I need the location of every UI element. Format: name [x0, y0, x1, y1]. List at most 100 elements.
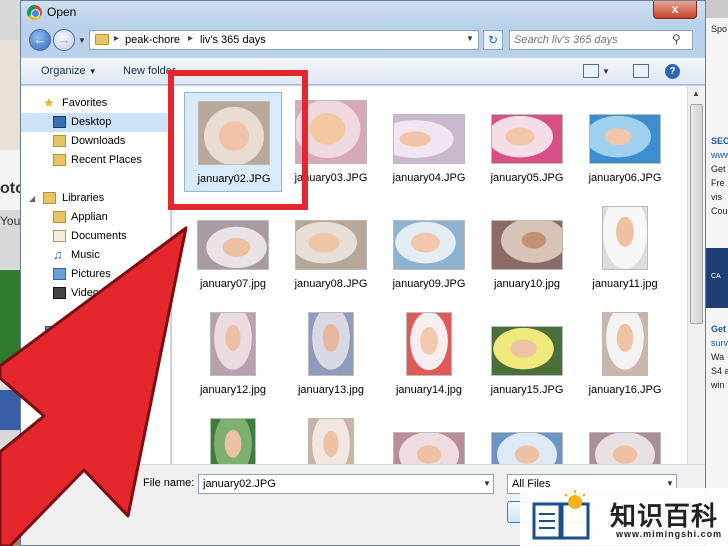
search-input[interactable]: [514, 33, 669, 47]
background-right-text: Spo: [711, 24, 728, 34]
file-name: january12.jpg: [199, 384, 267, 396]
organize-button[interactable]: Organize ▼: [41, 65, 97, 77]
photo-thumbnail: [393, 114, 465, 164]
file-tile[interactable]: january14.jpg: [380, 304, 478, 404]
network-icon[interactable]: [45, 386, 59, 397]
address-row: ← → ▼ ▸ peak-chore ▸ liv's 365 days ▼ ↻ …: [21, 27, 705, 55]
pictures-icon: [53, 268, 66, 280]
file-name-field[interactable]: january02.JPG ▼: [198, 474, 494, 494]
file-tile[interactable]: [380, 410, 478, 464]
watermark: 知识百科 www.mimingshi.com: [520, 488, 728, 546]
breadcrumb-item[interactable]: peak-chore: [125, 34, 180, 46]
photo-thumbnail: [491, 432, 563, 464]
file-name: january05.JPG: [490, 172, 564, 184]
file-name: january07.jpg: [199, 278, 267, 290]
file-name: january11.jpg: [592, 278, 658, 290]
file-tile[interactable]: january07.jpg: [184, 198, 282, 298]
downloads-folder-icon: [53, 135, 66, 147]
breadcrumb-separator-icon[interactable]: ▸: [188, 33, 193, 44]
background-right-text: www: [711, 150, 728, 160]
nav-item-pictures[interactable]: Pictures: [21, 265, 170, 284]
dialog-titlebar[interactable]: Open x: [21, 1, 705, 25]
photo-thumbnail: [210, 312, 256, 376]
libraries-icon: [43, 192, 56, 204]
scrollbar-thumb[interactable]: [690, 104, 703, 324]
nav-favorites-label: Favorites: [62, 97, 108, 109]
computer-icon[interactable]: [45, 326, 59, 337]
nav-item-label: Downloads: [71, 135, 126, 147]
file-tile[interactable]: january08.JPG: [282, 198, 380, 298]
photo-thumbnail: [197, 220, 269, 270]
file-tile[interactable]: january12.jpg: [184, 304, 282, 404]
nav-item-music[interactable]: ♫ Music: [21, 246, 170, 265]
file-tile[interactable]: [282, 410, 380, 464]
background-right-text: Get: [711, 324, 727, 334]
nav-item-downloads[interactable]: Downloads: [21, 132, 170, 151]
nav-item-recent-places[interactable]: Recent Places: [21, 151, 170, 170]
file-name-dropdown-icon[interactable]: ▼: [483, 479, 491, 488]
preview-pane-icon[interactable]: [633, 64, 649, 78]
file-tile[interactable]: january06.JPG: [576, 92, 674, 192]
nav-item-videos[interactable]: Videos: [21, 284, 170, 303]
view-dropdown-icon[interactable]: ▼: [602, 67, 610, 76]
file-tile[interactable]: january04.JPG: [380, 92, 478, 192]
command-toolbar: Organize ▼ New folder ▼ ?: [21, 57, 705, 85]
background-right-text: surv: [711, 338, 728, 348]
documents-icon: [53, 230, 66, 242]
forward-button[interactable]: →: [53, 29, 75, 51]
photo-thumbnail: [406, 312, 452, 376]
music-icon: ♫: [53, 247, 63, 262]
nav-favorites-header[interactable]: ★ Favorites: [21, 94, 170, 113]
photo-thumbnail: [589, 432, 661, 464]
address-bar[interactable]: ▸ peak-chore ▸ liv's 365 days ▼: [89, 30, 479, 50]
file-name: january13.jpg: [297, 384, 365, 396]
back-button[interactable]: ←: [29, 29, 51, 51]
vertical-scrollbar[interactable]: ▲: [687, 86, 705, 464]
nav-item-documents[interactable]: Documents: [21, 227, 170, 246]
file-name-value: january02.JPG: [203, 478, 276, 490]
file-tile[interactable]: january15.JPG: [478, 304, 576, 404]
file-tile[interactable]: [184, 410, 282, 464]
videos-icon: [53, 287, 66, 299]
file-tile[interactable]: [478, 410, 576, 464]
breadcrumb-separator-icon[interactable]: ▸: [114, 33, 119, 44]
nav-item-desktop[interactable]: Desktop: [21, 113, 170, 132]
refresh-icon[interactable]: ↻: [483, 30, 503, 50]
file-tile[interactable]: january10.jpg: [478, 198, 576, 298]
search-box[interactable]: ⚲: [509, 30, 693, 50]
photo-thumbnail: [210, 418, 256, 464]
close-button[interactable]: x: [653, 1, 697, 19]
address-dropdown-icon[interactable]: ▼: [466, 34, 474, 43]
search-icon[interactable]: ⚲: [672, 32, 681, 46]
nav-item-label: Desktop: [71, 116, 112, 128]
change-view-icon[interactable]: [583, 64, 599, 78]
scroll-up-icon[interactable]: ▲: [692, 89, 700, 98]
highlight-box: [168, 70, 308, 210]
photo-thumbnail: [393, 220, 465, 270]
folder-icon: [95, 34, 109, 45]
file-tile[interactable]: january11.jpg: [576, 198, 674, 298]
nav-item-applian[interactable]: Applian: [21, 208, 170, 227]
open-dialog: Open x ← → ▼ ▸ peak-chore ▸ liv's 365 da…: [20, 0, 706, 546]
recent-locations-dropdown-icon[interactable]: ▼: [78, 36, 86, 45]
background-right-text: Cou: [711, 206, 728, 216]
photo-thumbnail: [491, 114, 563, 164]
star-icon: ★: [43, 95, 55, 110]
file-tile[interactable]: january09.JPG: [380, 198, 478, 298]
file-name: january14.jpg: [395, 384, 463, 396]
breadcrumb-item[interactable]: liv's 365 days: [200, 34, 266, 46]
file-tile[interactable]: [576, 410, 674, 464]
drive-icon[interactable]: [45, 422, 59, 433]
background-right-text: CA: [711, 273, 721, 280]
file-tile[interactable]: january05.JPG: [478, 92, 576, 192]
background-right-text: vis: [711, 192, 722, 202]
photo-thumbnail: [491, 326, 563, 376]
nav-libraries-header[interactable]: Libraries: [21, 189, 170, 208]
photo-thumbnail: [308, 418, 354, 464]
nav-item-label: Documents: [71, 230, 127, 242]
help-icon[interactable]: ?: [665, 64, 680, 79]
folder-icon: [53, 211, 66, 223]
file-tile[interactable]: january16.JPG: [576, 304, 674, 404]
file-name: january16.JPG: [588, 384, 662, 396]
file-tile[interactable]: january13.jpg: [282, 304, 380, 404]
